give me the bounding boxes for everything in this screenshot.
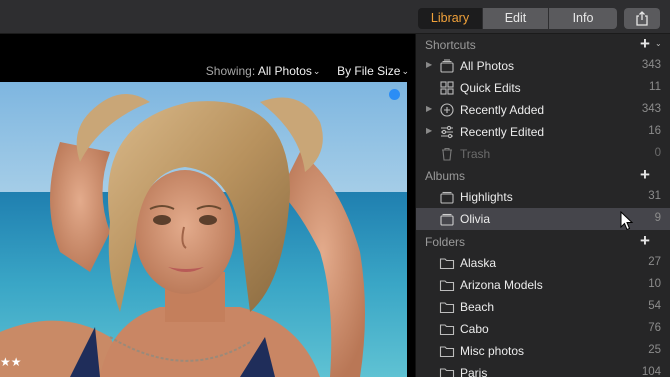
shortcut-count: 0 — [654, 147, 661, 159]
folder-count: 25 — [648, 344, 661, 356]
unviewed-indicator-dot — [389, 89, 400, 100]
folder-misc-photos[interactable]: Misc photos 25 — [416, 340, 670, 362]
folder-icon — [439, 302, 455, 314]
grid-icon — [440, 81, 454, 95]
folder-count: 27 — [648, 256, 661, 268]
library-sidebar: Shortcuts + ⌄ ▶ All Photos 343 Quick Edi… — [415, 34, 670, 377]
shortcut-count: 11 — [649, 81, 661, 93]
folder-icon — [439, 324, 455, 336]
add-folder-button[interactable]: + — [640, 231, 650, 251]
chevron-down-icon[interactable]: ⌄ — [655, 39, 662, 48]
folder-alaska[interactable]: Alaska 27 — [416, 252, 670, 274]
albums-title: Albums — [425, 169, 466, 183]
folder-paris[interactable]: Paris 104 — [416, 362, 670, 377]
shortcut-recently-added[interactable]: ▶ Recently Added 343 — [416, 99, 670, 121]
folder-icon — [439, 368, 455, 377]
tab-edit[interactable]: Edit — [483, 8, 549, 29]
shortcut-recently-edited[interactable]: ▶ Recently Edited 16 — [416, 121, 670, 143]
folder-label: Cabo — [460, 322, 489, 336]
add-shortcut-button[interactable]: + — [640, 34, 650, 54]
folder-label: Arizona Models — [460, 278, 543, 292]
folder-count: 54 — [648, 300, 661, 312]
folder-label: Beach — [460, 300, 495, 314]
toolbar: Library Edit Info — [0, 0, 670, 34]
shortcut-count: 343 — [641, 59, 661, 71]
sort-dropdown[interactable]: By File Size⌄ — [337, 64, 409, 78]
folder-arizona-models[interactable]: Arizona Models 10 — [416, 274, 670, 296]
folder-icon — [439, 258, 455, 270]
album-count: 31 — [648, 190, 661, 202]
folder-label: Misc photos — [460, 344, 525, 358]
plus-circle-icon — [440, 103, 454, 117]
shortcuts-header: Shortcuts + ⌄ — [416, 34, 670, 56]
album-icon — [440, 213, 454, 226]
album-icon — [440, 191, 454, 204]
chevron-down-icon: ⌄ — [312, 66, 321, 76]
folder-count: 10 — [648, 278, 661, 290]
disclosure-triangle-icon[interactable]: ▶ — [426, 104, 432, 113]
chevron-down-icon: ⌄ — [401, 66, 409, 76]
folder-count: 76 — [648, 322, 661, 334]
folders-header: Folders + — [416, 231, 670, 253]
showing-dropdown[interactable]: All Photos⌄ — [258, 64, 321, 78]
albums-header: Albums + — [416, 165, 670, 187]
shortcut-quick-edits[interactable]: Quick Edits 11 — [416, 77, 670, 99]
folders-title: Folders — [425, 235, 466, 249]
view-mode-segmented-control: Library Edit Info — [418, 8, 617, 29]
shortcut-label: Quick Edits — [460, 81, 521, 95]
showing-label: Showing: — [205, 64, 256, 78]
share-button[interactable] — [624, 8, 660, 29]
folder-label: Alaska — [460, 256, 497, 270]
folder-icon — [439, 346, 455, 358]
filter-bar: Showing: All Photos⌄ By File Size⌄ — [206, 64, 409, 78]
folder-icon — [439, 280, 455, 292]
share-icon — [636, 11, 648, 26]
add-album-button[interactable]: + — [640, 165, 650, 185]
folder-cabo[interactable]: Cabo 76 — [416, 318, 670, 340]
album-highlights[interactable]: Highlights 31 — [416, 186, 670, 208]
folder-count: 104 — [641, 366, 661, 377]
shortcut-count: 343 — [641, 103, 661, 115]
disclosure-triangle-icon[interactable]: ▶ — [426, 60, 432, 69]
sliders-icon — [441, 125, 453, 139]
sort-value: By File Size — [337, 64, 401, 78]
shortcut-label: All Photos — [460, 59, 515, 73]
showing-value: All Photos — [257, 64, 312, 78]
folder-label: Paris — [460, 366, 488, 377]
album-label: Highlights — [460, 190, 513, 204]
shortcuts-title: Shortcuts — [425, 38, 476, 52]
rating-stars[interactable]: ★★ — [0, 355, 22, 369]
shortcut-label: Recently Added — [460, 103, 545, 117]
tab-info[interactable]: Info — [549, 8, 617, 29]
album-label: Olivia — [460, 212, 491, 226]
shortcut-count: 16 — [648, 125, 661, 137]
shortcut-all-photos[interactable]: ▶ All Photos 343 — [416, 55, 670, 77]
disclosure-triangle-icon[interactable]: ▶ — [426, 126, 432, 135]
album-count: 9 — [654, 212, 661, 224]
shortcut-label: Recently Edited — [460, 125, 545, 139]
photo-viewer: Showing: All Photos⌄ By File Size⌄ ★★ — [0, 34, 415, 377]
photo-image[interactable] — [0, 82, 407, 377]
photos-stack-icon — [440, 59, 454, 73]
tab-library[interactable]: Library — [418, 8, 483, 29]
shortcut-label: Trash — [460, 147, 491, 161]
folder-beach[interactable]: Beach 54 — [416, 296, 670, 318]
shortcut-trash[interactable]: Trash 0 — [416, 143, 670, 165]
trash-icon — [442, 147, 452, 161]
mouse-cursor-icon — [620, 211, 634, 231]
